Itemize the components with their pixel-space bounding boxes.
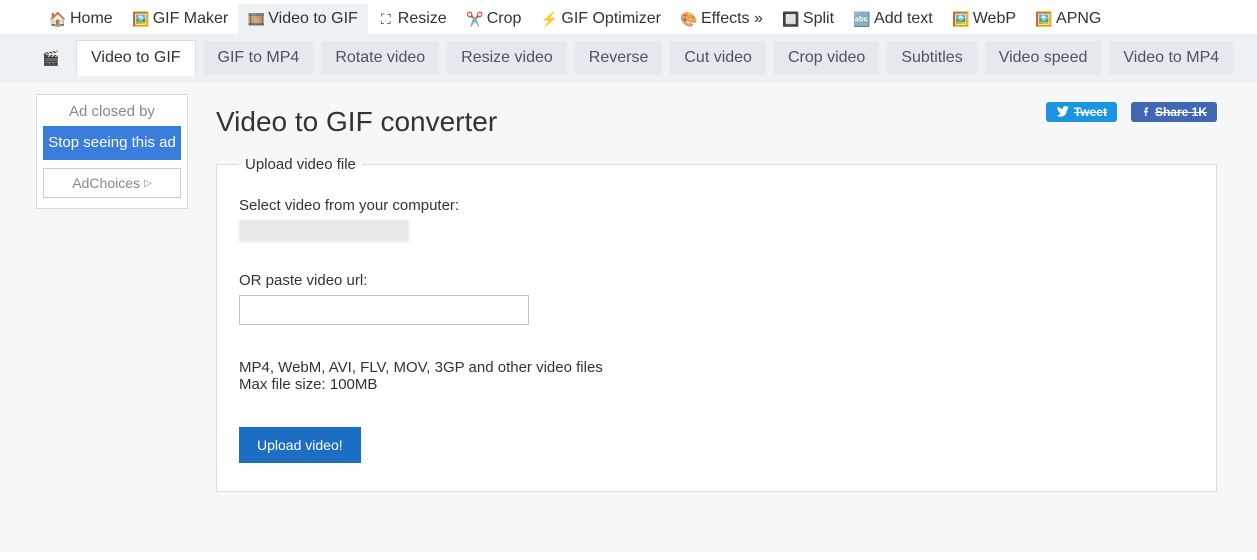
upload-video-button[interactable]: Upload video!: [239, 427, 361, 463]
nav-split[interactable]: 🔲 Split: [773, 4, 844, 34]
nav-label: GIF Optimizer: [561, 10, 661, 28]
nav-label: Video to GIF: [268, 10, 358, 28]
tab-video-to-gif[interactable]: Video to GIF: [76, 40, 196, 76]
facebook-icon: [1141, 106, 1151, 118]
webp-icon: 🖼️: [953, 11, 969, 27]
split-icon: 🔲: [783, 11, 799, 27]
nav-gif-maker[interactable]: 🖼️ GIF Maker: [123, 4, 239, 34]
text-icon: 🔤: [854, 11, 870, 27]
tweet-label: Tweet: [1074, 105, 1107, 119]
share-row: Tweet Share 1K: [1046, 102, 1217, 122]
nav-webp[interactable]: 🖼️ WebP: [943, 4, 1026, 34]
file-input[interactable]: [239, 220, 409, 242]
facebook-share-button[interactable]: Share 1K: [1131, 102, 1217, 122]
crop-icon: ✂️: [467, 11, 483, 27]
nav-label: Resize: [398, 10, 447, 28]
or-paste-label: OR paste video url:: [239, 272, 1194, 289]
effects-icon: 🎨: [681, 11, 697, 27]
select-file-label: Select video from your computer:: [239, 197, 1194, 214]
tab-subtitles[interactable]: Subtitles: [887, 41, 976, 75]
tab-video-to-mp4[interactable]: Video to MP4: [1109, 41, 1233, 75]
ad-closed-label: Ad closed by: [43, 103, 181, 120]
adchoices-label: AdChoices: [72, 175, 140, 191]
gif-icon: 🖼️: [133, 11, 149, 27]
nav-home[interactable]: 🏠 Home: [40, 4, 123, 34]
nav-optimizer[interactable]: ⚡ GIF Optimizer: [531, 4, 671, 34]
nav-label: APNG: [1056, 10, 1101, 28]
nav-effects[interactable]: 🎨 Effects »: [671, 4, 773, 34]
tab-resize-video[interactable]: Resize video: [447, 41, 567, 75]
apng-icon: 🖼️: [1036, 11, 1052, 27]
supported-formats-text: MP4, WebM, AVI, FLV, MOV, 3GP and other …: [239, 359, 1194, 376]
clapper-icon: 🎬: [40, 47, 62, 69]
sidebar: Ad closed by Stop seeing this ad AdChoic…: [36, 94, 188, 512]
resize-icon: ⛶: [378, 11, 394, 27]
ad-box: Ad closed by Stop seeing this ad AdChoic…: [36, 94, 188, 209]
top-nav: 🏠 Home 🖼️ GIF Maker 🎞️ Video to GIF ⛶ Re…: [0, 0, 1257, 34]
tab-reverse[interactable]: Reverse: [575, 41, 663, 75]
sub-nav: 🎬 Video to GIF GIF to MP4 Rotate video R…: [0, 34, 1257, 82]
upload-fieldset: Upload video file Select video from your…: [216, 156, 1217, 492]
twitter-icon: [1056, 106, 1070, 118]
nav-label: GIF Maker: [153, 10, 229, 28]
nav-label: Add text: [874, 10, 933, 28]
nav-add-text[interactable]: 🔤 Add text: [844, 4, 943, 34]
tab-cut-video[interactable]: Cut video: [670, 41, 766, 75]
max-size-text: Max file size: 100MB: [239, 376, 1194, 393]
nav-video-to-gif[interactable]: 🎞️ Video to GIF: [238, 4, 368, 34]
nav-label: Split: [803, 10, 834, 28]
adchoices-icon: ▷: [144, 178, 152, 189]
stop-seeing-ad-button[interactable]: Stop seeing this ad: [43, 126, 181, 160]
main-content: Tweet Share 1K Video to GIF converter Up…: [216, 94, 1237, 512]
tab-rotate-video[interactable]: Rotate video: [321, 41, 439, 75]
video-icon: 🎞️: [248, 11, 264, 27]
video-url-input[interactable]: [239, 295, 529, 325]
nav-label: Home: [70, 10, 113, 28]
tab-crop-video[interactable]: Crop video: [774, 41, 879, 75]
fb-share-label: Share 1K: [1155, 105, 1207, 119]
nav-apng[interactable]: 🖼️ APNG: [1026, 4, 1111, 34]
tab-gif-to-mp4[interactable]: GIF to MP4: [204, 41, 314, 75]
nav-crop[interactable]: ✂️ Crop: [457, 4, 532, 34]
home-icon: 🏠: [50, 11, 66, 27]
nav-label: Crop: [487, 10, 522, 28]
nav-label: Effects »: [701, 10, 763, 28]
upload-legend: Upload video file: [239, 156, 362, 173]
nav-resize[interactable]: ⛶ Resize: [368, 4, 457, 34]
nav-label: WebP: [973, 10, 1016, 28]
optimize-icon: ⚡: [541, 11, 557, 27]
main-layout: Ad closed by Stop seeing this ad AdChoic…: [0, 82, 1257, 552]
adchoices-button[interactable]: AdChoices ▷: [43, 168, 181, 198]
tab-video-speed[interactable]: Video speed: [985, 41, 1102, 75]
tweet-button[interactable]: Tweet: [1046, 102, 1117, 122]
